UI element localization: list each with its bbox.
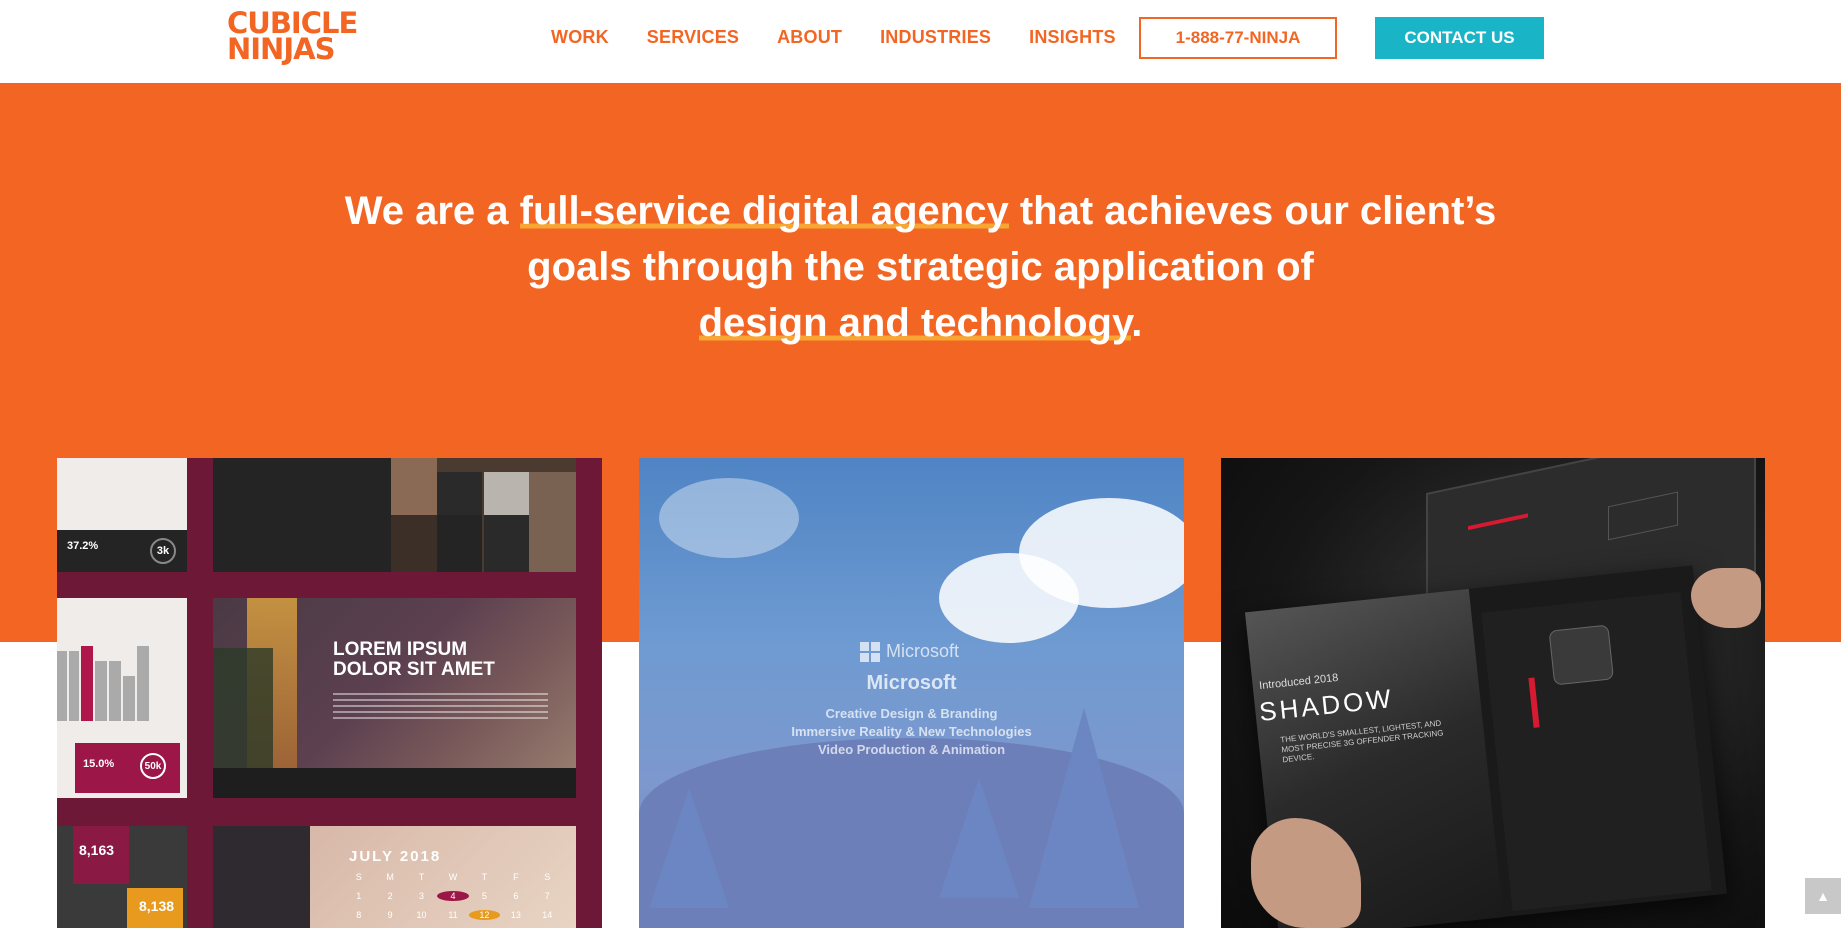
calendar-day: 1 xyxy=(356,891,362,901)
weekday: F xyxy=(513,872,519,882)
calendar-day: 9 xyxy=(387,910,393,920)
weekday: S xyxy=(544,872,551,882)
calendar-title: JULY 2018 xyxy=(349,848,442,865)
stat-percent-2: 15.0% xyxy=(83,758,115,770)
ui-tile-light-top xyxy=(57,458,187,530)
portfolio-card-ui-design[interactable]: 37.2% 3k 15.0% 50k LOREM IPSUM DOLOR SIT… xyxy=(57,458,602,928)
ui-tile-bar-chart: 15.0% 50k xyxy=(57,598,187,798)
stat-ring-1: 3k xyxy=(150,538,176,564)
ui-tile-stat: 37.2% 3k xyxy=(57,530,187,572)
calendar-day: 11 xyxy=(448,910,458,920)
calendar-day: 10 xyxy=(416,910,427,920)
service-line-1: Creative Design & Branding xyxy=(825,706,998,721)
tree-shape xyxy=(939,778,1019,898)
stat-ring-2: 50k xyxy=(140,753,166,779)
hero-line1: We are a full-service digital agency tha… xyxy=(0,183,1841,239)
cloud-shape xyxy=(939,553,1079,643)
calendar-day: 13 xyxy=(510,910,521,920)
weekday: W xyxy=(448,872,458,882)
hero-text-2: that achieves our client’s xyxy=(1008,189,1497,233)
chevron-up-icon: ▲ xyxy=(1816,888,1830,904)
tree-shape xyxy=(649,788,729,908)
ui-tile-counters: 8,163 8,138 xyxy=(57,826,187,928)
windows-grid-icon xyxy=(860,641,880,662)
weekday: T xyxy=(418,872,425,882)
banner-headline-line2: DOLOR SIT AMET xyxy=(333,659,495,680)
calendar-day-highlight: 12 xyxy=(468,910,501,920)
hero-period: . xyxy=(1131,301,1143,345)
weekday: S xyxy=(355,872,362,882)
nav-services[interactable]: SERVICES xyxy=(647,27,739,48)
weekday: M xyxy=(386,872,394,882)
counter-2: 8,138 xyxy=(139,898,175,914)
ui-tile-calendar: JULY 2018 S M T W T F S 1 2 3 4 5 6 7 8 … xyxy=(213,826,576,928)
microsoft-logo: Microsoft xyxy=(860,641,959,662)
calendar-grid: S M T W T F S 1 2 3 4 5 6 7 8 9 10 11 12… xyxy=(343,872,563,920)
nav-about[interactable]: ABOUT xyxy=(777,27,842,48)
hero-line3: design and technology. xyxy=(0,295,1841,351)
ui-tile-hero-banner: LOREM IPSUM DOLOR SIT AMET xyxy=(213,598,576,798)
hero-line2: goals through the strategic application … xyxy=(527,245,1314,289)
calendar-day: 14 xyxy=(542,910,553,920)
calendar-day: 6 xyxy=(513,891,519,901)
nav-industries[interactable]: INDUSTRIES xyxy=(880,27,991,48)
contact-us-button[interactable]: CONTACT US xyxy=(1375,17,1544,59)
phone-button[interactable]: 1-888-77-NINJA xyxy=(1139,17,1337,59)
weekday: T xyxy=(481,872,488,882)
service-line-3: Video Production & Animation xyxy=(817,742,1006,757)
hero-statement: We are a full-service digital agency tha… xyxy=(0,183,1841,351)
calendar-day: 8 xyxy=(356,910,362,920)
microsoft-card-title: Microsoft xyxy=(866,672,957,694)
scroll-to-top-button[interactable]: ▲ xyxy=(1805,878,1841,914)
ui-tile-text-dark xyxy=(213,458,391,572)
nav-work[interactable]: WORK xyxy=(551,27,609,48)
cubicle-ninjas-logo[interactable]: CUBICLE NINJAS xyxy=(227,9,359,66)
cloud-shape xyxy=(659,478,799,558)
service-line-2: Immersive Reality & New Technologies xyxy=(791,724,1032,739)
hero-highlight-1: full-service digital agency xyxy=(519,189,1009,233)
hero-highlight-2: design and technology xyxy=(698,301,1132,345)
hero-text-1: We are a xyxy=(344,189,520,233)
nav-insights[interactable]: INSIGHTS xyxy=(1029,27,1116,48)
top-navigation: CUBICLE NINJAS WORK SERVICES ABOUT INDUS… xyxy=(0,0,1841,83)
main-menu: WORK SERVICES ABOUT INDUSTRIES INSIGHTS xyxy=(551,27,1154,48)
calendar-day-selected: 4 xyxy=(437,891,469,901)
portfolio-card-microsoft[interactable]: Microsoft Microsoft Creative Design & Br… xyxy=(639,458,1184,928)
counter-1: 8,163 xyxy=(79,842,115,858)
hand-right xyxy=(1691,568,1761,628)
stat-percent-1: 37.2% xyxy=(67,540,99,552)
calendar-day: 5 xyxy=(481,891,487,901)
microsoft-brand-text: Microsoft xyxy=(886,641,960,661)
ui-tile-photo-grid xyxy=(391,458,576,572)
calendar-day: 7 xyxy=(544,891,550,901)
calendar-day: 3 xyxy=(419,891,425,901)
banner-headline-line1: LOREM IPSUM xyxy=(333,639,468,660)
calendar-day: 2 xyxy=(387,891,393,901)
portfolio-card-shadow-brochure[interactable]: Introduced 2018 SHADOW THE WORLD'S SMALL… xyxy=(1221,458,1765,928)
